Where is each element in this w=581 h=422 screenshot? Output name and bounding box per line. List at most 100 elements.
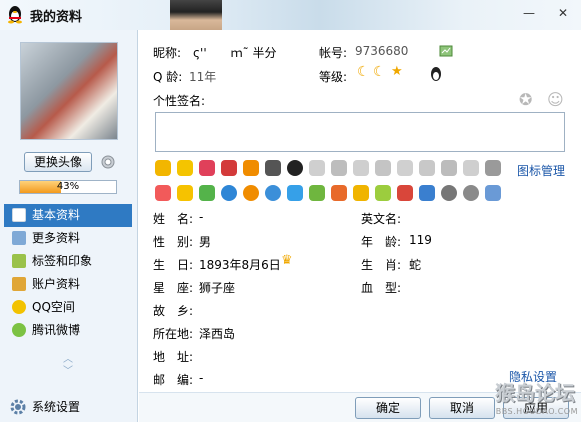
- scroll-down-icon[interactable]: ﹀: [61, 366, 75, 378]
- zodiac-value: 蛇: [409, 258, 422, 272]
- zodiac-label: 生 肖:: [361, 258, 402, 272]
- sidebar-item-more-profile[interactable]: 更多资料: [0, 227, 138, 250]
- camera-icon[interactable]: [100, 154, 116, 170]
- nickname-label: 昵称:: [153, 46, 182, 60]
- music-badge-icon[interactable]: [309, 185, 325, 201]
- ok-button[interactable]: 确定: [355, 397, 421, 419]
- heart-badge-icon[interactable]: [199, 160, 215, 176]
- star-edit-icon[interactable]: ✪: [519, 90, 532, 109]
- phone-badge-icon[interactable]: [397, 185, 413, 201]
- qage-label: Q 龄:: [153, 70, 183, 84]
- blood-type-label: 血 型:: [361, 281, 402, 295]
- title-bar: 我的资料 — ✕: [0, 0, 581, 40]
- badge-row-2: [155, 185, 515, 203]
- qq-level-penguin-icon[interactable]: [429, 66, 443, 82]
- signature-input[interactable]: [155, 112, 565, 152]
- star-badge-icon[interactable]: [177, 185, 193, 201]
- search-badge-icon[interactable]: [287, 185, 303, 201]
- account-number-label: 帐号:: [319, 46, 348, 60]
- badge-manage-link[interactable]: 图标管理: [517, 162, 565, 179]
- penguin-badge-icon[interactable]: [287, 160, 303, 176]
- postcode-value: -: [199, 371, 204, 385]
- globe-badge-icon[interactable]: [265, 185, 281, 201]
- postcode-label: 邮 编:: [153, 373, 194, 387]
- sidebar-item-qzone[interactable]: QQ空间: [0, 296, 138, 319]
- diamond-badge-icon[interactable]: [177, 160, 193, 176]
- gray-diamond-badge-icon[interactable]: [331, 160, 347, 176]
- box-badge-icon[interactable]: [375, 185, 391, 201]
- gray-diamond-badge-icon[interactable]: [309, 160, 325, 176]
- sidebar-scroll-arrows[interactable]: ︿ ﹀: [61, 354, 75, 378]
- close-button[interactable]: ✕: [556, 6, 570, 20]
- qq-badge-icon[interactable]: [155, 160, 171, 176]
- sidebar-item-account[interactable]: 账户资料: [0, 273, 138, 296]
- gray-diamond-badge-icon[interactable]: [441, 160, 457, 176]
- main-panel: 昵称: ς'' ｍ˜ 半分 帐号: 9736680 Q 龄: 11年 等级: ☾…: [139, 30, 581, 422]
- game-badge-icon[interactable]: [243, 160, 259, 176]
- profile-completion-bar: 43%: [19, 180, 117, 194]
- gender-label: 性 别:: [153, 235, 194, 249]
- sidebar-nav: 基本资料 更多资料 标签和印象 账户资料 QQ空间 腾讯微博: [0, 204, 138, 342]
- pet-badge-icon[interactable]: [331, 185, 347, 201]
- scroll-up-icon[interactable]: ︿: [61, 354, 75, 366]
- birthday-label: 生 日:: [153, 258, 194, 272]
- qage-value: 11年: [189, 70, 217, 84]
- gear-icon: [10, 399, 26, 415]
- basic-profile-icon: [12, 208, 26, 222]
- name-label: 姓 名:: [153, 212, 194, 226]
- qq-penguin-icon: [8, 6, 22, 24]
- profile-completion-text: 43%: [56, 181, 80, 192]
- paipai-badge-icon[interactable]: [221, 185, 237, 201]
- age-value: 119: [409, 233, 432, 247]
- moon-level-icon: ☾: [357, 64, 370, 80]
- avatar[interactable]: [20, 42, 118, 140]
- gray-diamond-badge-icon[interactable]: [353, 160, 369, 176]
- age-label: 年 龄:: [361, 235, 402, 249]
- english-name-label: 英文名:: [361, 212, 402, 226]
- sidebar-item-tags[interactable]: 标签和印象: [0, 250, 138, 273]
- level-label: 等级:: [319, 70, 348, 84]
- copy-number-icon[interactable]: [439, 45, 453, 57]
- screen-badge-icon[interactable]: [419, 185, 435, 201]
- hometown-label: 故 乡:: [153, 304, 194, 318]
- gray-diamond-badge-icon[interactable]: [419, 160, 435, 176]
- gray-diamond-badge-icon[interactable]: [463, 160, 479, 176]
- gray-badge-icon[interactable]: [485, 160, 501, 176]
- chat-badge-icon[interactable]: [463, 185, 479, 201]
- settings-face-icon[interactable]: ☺: [547, 90, 564, 109]
- crown-icon: ♛: [281, 253, 293, 268]
- window-title: 我的资料: [30, 10, 83, 25]
- account-number-value: 9736680: [355, 44, 409, 58]
- tags-icon: [12, 254, 26, 268]
- love-badge-icon[interactable]: [155, 185, 171, 201]
- gender-value: 男: [199, 235, 212, 249]
- change-avatar-button[interactable]: 更换头像: [24, 152, 92, 172]
- qzone-icon: [12, 300, 26, 314]
- constellation-label: 星 座:: [153, 281, 194, 295]
- badge-row-1: [155, 160, 515, 178]
- nickname-value[interactable]: ς'' ｍ˜ 半分: [193, 44, 276, 61]
- gift-badge-icon[interactable]: [199, 185, 215, 201]
- paipai-orange-badge-icon[interactable]: [243, 185, 259, 201]
- gray-diamond-badge-icon[interactable]: [375, 160, 391, 176]
- sidebar-item-label: 更多资料: [32, 231, 81, 245]
- sidebar-item-label: 腾讯微博: [32, 323, 81, 337]
- gray-diamond-badge-icon[interactable]: [397, 160, 413, 176]
- minimize-button[interactable]: —: [522, 6, 536, 20]
- account-icon: [12, 277, 26, 291]
- system-settings-label: 系统设置: [32, 400, 81, 414]
- watermark-sub: BBS.HOUDAO.COM: [495, 407, 578, 416]
- sidebar-item-weibo[interactable]: 腾讯微博: [0, 319, 138, 342]
- signature-label: 个性签名:: [153, 94, 206, 108]
- sidebar-item-label: QQ空间: [32, 300, 75, 314]
- birthday-value: 1893年8月6日: [199, 258, 281, 272]
- dark-diamond-badge-icon[interactable]: [265, 160, 281, 176]
- more-badge-icon[interactable]: [485, 185, 501, 201]
- name-value: -: [199, 210, 204, 224]
- nba-badge-icon[interactable]: [221, 160, 237, 176]
- camera-badge-icon[interactable]: [441, 185, 457, 201]
- sidebar-item-label: 标签和印象: [32, 254, 93, 268]
- mail-badge-icon[interactable]: [353, 185, 369, 201]
- star-level-icon: ★: [391, 64, 403, 79]
- sidebar-item-basic-profile[interactable]: 基本资料: [4, 204, 132, 227]
